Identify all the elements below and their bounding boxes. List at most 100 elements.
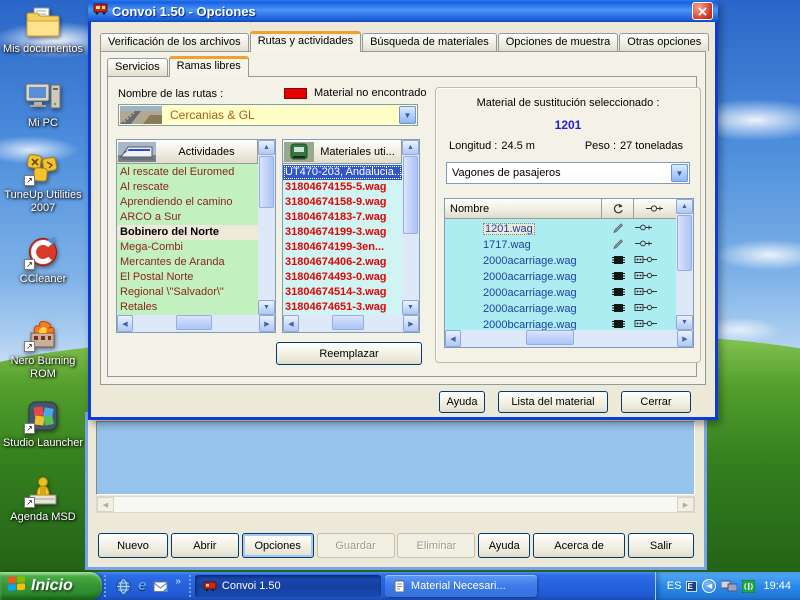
horizontal-scrollbar[interactable]: ◀ ▶	[445, 330, 693, 347]
scroll-down-arrow[interactable]: ▼	[676, 315, 693, 330]
scroll-left-arrow[interactable]: ◀	[97, 497, 114, 512]
list-item[interactable]: 31804674406-2.wag	[283, 255, 402, 270]
scroll-left-arrow[interactable]: ◀	[445, 330, 461, 347]
list-item[interactable]: Mega-Combi	[117, 240, 258, 255]
list-item[interactable]: ARCO a Sur	[117, 210, 258, 225]
desktop-icon-studio-launcher[interactable]: ↗ Studio Launcher	[2, 400, 84, 450]
table-row[interactable]: 2000acarriage.wag	[445, 253, 676, 269]
list-item[interactable]: Aprendiendo el camino	[117, 195, 258, 210]
vertical-scrollbar[interactable]: ▲ ▼	[402, 140, 419, 315]
salir-button[interactable]: Salir	[628, 533, 694, 558]
table-row[interactable]: 2000acarriage.wag	[445, 285, 676, 301]
main-window-list-panel[interactable]	[96, 421, 695, 495]
list-item[interactable]: 31804674155-5.wag	[283, 180, 402, 195]
tab-otras-opciones[interactable]: Otras opciones	[619, 33, 709, 51]
media-icon[interactable]	[742, 580, 755, 593]
activities-header[interactable]: Actividades	[117, 140, 258, 164]
dialog-titlebar[interactable]: Convoi 1.50 - Opciones	[88, 0, 718, 22]
network-icon[interactable]	[721, 580, 737, 592]
start-button[interactable]: Inicio	[0, 572, 102, 600]
scroll-thumb[interactable]	[332, 315, 364, 330]
outlook-express-icon[interactable]	[153, 579, 168, 594]
internet-explorer-icon[interactable]: e	[138, 579, 146, 593]
clock[interactable]: 19:44	[763, 580, 791, 592]
list-item[interactable]: 31804674199-3.wag	[283, 225, 402, 240]
lista-del-material-button[interactable]: Lista del material	[498, 391, 608, 413]
desktop-icon-tuneup[interactable]: ↗ TuneUp Utilities 2007	[2, 152, 84, 215]
scroll-thumb[interactable]	[176, 315, 212, 330]
rotate-icon[interactable]	[602, 199, 634, 219]
abrir-button[interactable]: Abrir	[171, 533, 239, 558]
scroll-up-arrow[interactable]: ▲	[258, 140, 275, 155]
vertical-scrollbar[interactable]: ▲ ▼	[258, 140, 275, 315]
column-header-nombre[interactable]: Nombre	[445, 199, 602, 219]
acerca-de-button[interactable]: Acerca de	[533, 533, 625, 558]
scroll-down-arrow[interactable]: ▼	[258, 300, 275, 315]
task-button-convoi[interactable]: Convoi 1.50	[195, 575, 381, 597]
list-item[interactable]: 31804674199-3en...	[283, 240, 402, 255]
tab-opciones-muestra[interactable]: Opciones de muestra	[498, 33, 619, 51]
list-item-selected[interactable]: UT470-203, Andalucia...	[283, 165, 402, 180]
guardar-button[interactable]: Guardar	[317, 533, 395, 558]
close-button[interactable]	[692, 2, 713, 20]
coupler-icon[interactable]	[634, 199, 676, 219]
list-item[interactable]: 31804674651-3.wag	[283, 300, 402, 315]
cerrar-button[interactable]: Cerrar	[621, 391, 691, 413]
scroll-right-arrow[interactable]: ▶	[403, 315, 419, 332]
list-item[interactable]: 31804674158-9.wag	[283, 195, 402, 210]
desktop-icon-my-documents[interactable]: Mis documentos	[2, 6, 84, 56]
scroll-thumb[interactable]	[259, 156, 274, 208]
eliminar-button[interactable]: Eliminar	[397, 533, 475, 558]
language-e-icon[interactable]: E	[686, 581, 697, 592]
ayuda-button[interactable]: Ayuda	[478, 533, 530, 558]
scroll-down-arrow[interactable]: ▼	[402, 300, 419, 315]
task-button-material-necesario[interactable]: Material Necesari...	[385, 575, 537, 597]
tab-rutas-actividades[interactable]: Rutas y actividades	[250, 31, 361, 52]
scroll-up-arrow[interactable]: ▲	[402, 140, 419, 155]
chevron-down-icon[interactable]: ▼	[671, 164, 688, 182]
scroll-left-arrow[interactable]: ◀	[117, 315, 133, 332]
horizontal-scrollbar[interactable]: ◀ ▶	[283, 315, 419, 332]
horizontal-scrollbar[interactable]: ◀ ▶	[117, 315, 275, 332]
desktop-icon-ccleaner[interactable]: ↗ CCleaner	[2, 236, 84, 286]
desktop-icon-my-computer[interactable]: Mi PC	[2, 80, 84, 130]
scroll-thumb[interactable]	[677, 215, 692, 271]
chevron-more-icon[interactable]: »	[175, 576, 181, 587]
scroll-thumb[interactable]	[526, 330, 574, 345]
list-item[interactable]: 31804674183-7.wag	[283, 210, 402, 225]
tab-busqueda-materiales[interactable]: Búsqueda de materiales	[362, 33, 497, 51]
nuevo-button[interactable]: Nuevo	[98, 533, 168, 558]
chevron-down-icon[interactable]: ▼	[399, 106, 416, 124]
ayuda-button[interactable]: Ayuda	[439, 391, 485, 413]
list-item[interactable]: Al rescate del Euromed	[117, 165, 258, 180]
list-item[interactable]: Regional \"Salvador\"	[117, 285, 258, 300]
scroll-thumb[interactable]	[403, 156, 418, 234]
language-indicator[interactable]: ES	[667, 580, 682, 592]
tab-servicios[interactable]: Servicios	[107, 58, 168, 76]
list-item[interactable]: Al rescate	[117, 180, 258, 195]
table-row[interactable]: 2000acarriage.wag	[445, 269, 676, 285]
scroll-left-arrow[interactable]: ◀	[283, 315, 299, 332]
list-item[interactable]: Mercantes de Aranda	[117, 255, 258, 270]
route-dropdown[interactable]: Cercanias & GL ▼	[118, 104, 418, 126]
table-row[interactable]: 2000acarriage.wag	[445, 301, 676, 317]
scroll-right-arrow[interactable]: ▶	[677, 497, 694, 512]
scroll-up-arrow[interactable]: ▲	[676, 199, 693, 214]
reemplazar-button[interactable]: Reemplazar	[276, 342, 422, 365]
msn-globe-icon[interactable]	[116, 579, 131, 594]
scroll-right-arrow[interactable]: ▶	[677, 330, 693, 347]
desktop-icon-nero[interactable]: ↗ Nero Burning ROM	[2, 318, 84, 381]
hide-icons-chevron[interactable]: ◀	[702, 579, 716, 593]
main-window-horizontal-scrollbar[interactable]: ◀ ▶	[96, 496, 695, 513]
tab-ramas-libres[interactable]: Ramas libres	[169, 56, 249, 77]
table-row-selected[interactable]: 1201.wag	[445, 221, 676, 237]
category-dropdown[interactable]: Vagones de pasajeros ▼	[446, 162, 690, 184]
desktop-icon-agenda-msd[interactable]: ↗ Agenda MSD	[2, 474, 84, 524]
tab-verificacion[interactable]: Verificación de los archivos	[100, 33, 249, 51]
table-row[interactable]: 1717.wag	[445, 237, 676, 253]
list-item[interactable]: 31804674493-0.wag	[283, 270, 402, 285]
list-item[interactable]: Retales	[117, 300, 258, 315]
list-item[interactable]: 31804674514-3.wag	[283, 285, 402, 300]
materials-header[interactable]: Materiales uti...	[283, 140, 402, 164]
list-item[interactable]: El Postal Norte	[117, 270, 258, 285]
